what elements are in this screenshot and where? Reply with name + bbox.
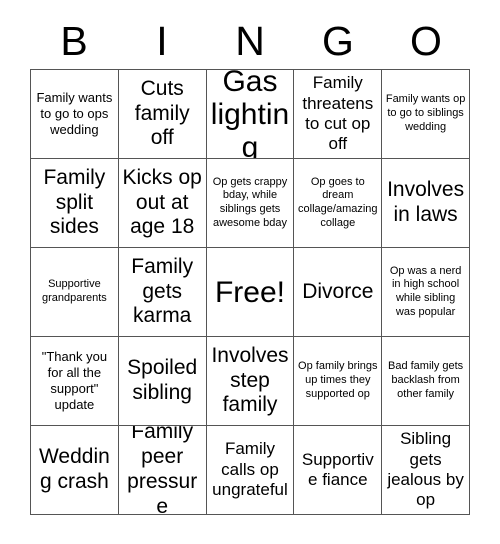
bingo-cell-label: Family threatens to cut op off	[302, 73, 374, 154]
bingo-cell-label: Family wants to go to ops wedding	[36, 90, 113, 137]
bingo-header-letter-n: N	[235, 18, 265, 64]
bingo-cell-label: Spoiled sibling	[127, 356, 198, 404]
bingo-cell[interactable]: Family gets karma	[118, 248, 207, 337]
bingo-cell-label: Supportive fiance	[301, 449, 374, 489]
bingo-cell[interactable]: Cuts family off	[118, 70, 207, 159]
bingo-cell[interactable]: Supportive fiance	[294, 426, 383, 515]
bingo-cell-label: Wedding crash	[38, 445, 110, 493]
bingo-cell-label: Divorce	[302, 279, 374, 303]
bingo-cell[interactable]: Wedding crash	[31, 426, 119, 515]
bingo-cell[interactable]: Family wants op to go to siblings weddin…	[382, 70, 470, 159]
bingo-cell-label: Involves in laws	[387, 178, 465, 226]
bingo-cell[interactable]: Family wants to go to ops wedding	[31, 70, 119, 159]
bingo-cell-label: Sibling gets jealous by op	[387, 429, 464, 510]
bingo-header-row: BINGO	[30, 16, 470, 66]
bingo-cell[interactable]: Op goes to dream collage/amazing collage	[294, 159, 383, 248]
bingo-cell-label: Family calls op ungrateful	[212, 439, 288, 500]
bingo-free-space[interactable]: Free!	[206, 248, 295, 337]
bingo-cell-label: Family gets karma	[131, 254, 194, 328]
bingo-cell[interactable]: Involves step family	[206, 337, 295, 426]
bingo-header-letter-b: B	[60, 18, 88, 64]
bingo-cell-label: Family peer pressure	[127, 426, 198, 515]
bingo-cell[interactable]: Op gets crappy bday, while siblings gets…	[206, 159, 295, 248]
bingo-cell-label: Op goes to dream collage/amazing collage	[298, 175, 378, 229]
bingo-cell[interactable]: Family split sides	[31, 159, 119, 248]
bingo-cell[interactable]: Kicks op out at age 18	[118, 159, 207, 248]
bingo-cell[interactable]: Supportive grandparents	[31, 248, 119, 337]
bingo-cell[interactable]: Family peer pressure	[118, 426, 207, 515]
bingo-cell[interactable]: Family calls op ungrateful	[206, 426, 295, 515]
bingo-cell-label: Family wants op to go to siblings weddin…	[385, 93, 466, 133]
bingo-cell-label: Kicks op out at age 18	[122, 165, 202, 239]
bingo-cell[interactable]: Involves in laws	[382, 159, 470, 248]
bingo-cell[interactable]: "Thank you for all the support" update	[31, 337, 119, 426]
bingo-cell-label: Op was a nerd in high school while sibli…	[389, 264, 462, 318]
bingo-cell[interactable]: Spoiled sibling	[118, 337, 207, 426]
bingo-header-letter-i: I	[156, 18, 168, 64]
bingo-cell-label: Bad family gets backlash from other fami…	[387, 360, 464, 400]
bingo-cell-label: Free!	[214, 275, 285, 309]
bingo-header-letter-g: G	[322, 18, 354, 64]
bingo-grid: Family wants to go to ops wedding Cuts fa…	[30, 69, 470, 515]
bingo-header-letter-o: O	[410, 18, 442, 64]
bingo-cell[interactable]: Bad family gets backlash from other fami…	[382, 337, 470, 426]
bingo-cell[interactable]: Op was a nerd in high school while sibli…	[382, 248, 470, 337]
bingo-cell-label: "Thank you for all the support" update	[41, 349, 108, 412]
bingo-cell-label: Cuts family off	[134, 76, 190, 150]
bingo-cell-label: Involves step family	[211, 343, 289, 417]
bingo-cell-label: Op family brings up times they supported…	[298, 360, 378, 400]
bingo-cell[interactable]: Family threatens to cut op off	[294, 70, 383, 159]
bingo-cell[interactable]: Gas lighting	[206, 70, 295, 159]
bingo-cell-label: Gas lighting	[210, 70, 290, 159]
bingo-cell[interactable]: Op family brings up times they supported…	[294, 337, 383, 426]
bingo-card: B I N G O Family wants to go to ops wedding C…	[0, 0, 500, 544]
bingo-cell-label: Supportive grandparents	[41, 278, 107, 304]
bingo-cell-label: Op gets crappy bday, while siblings gets…	[212, 175, 288, 229]
bingo-cell[interactable]: Sibling gets jealous by op	[382, 426, 470, 515]
bingo-cell[interactable]: Divorce	[294, 248, 383, 337]
bingo-cell-label: Family split sides	[43, 165, 106, 239]
